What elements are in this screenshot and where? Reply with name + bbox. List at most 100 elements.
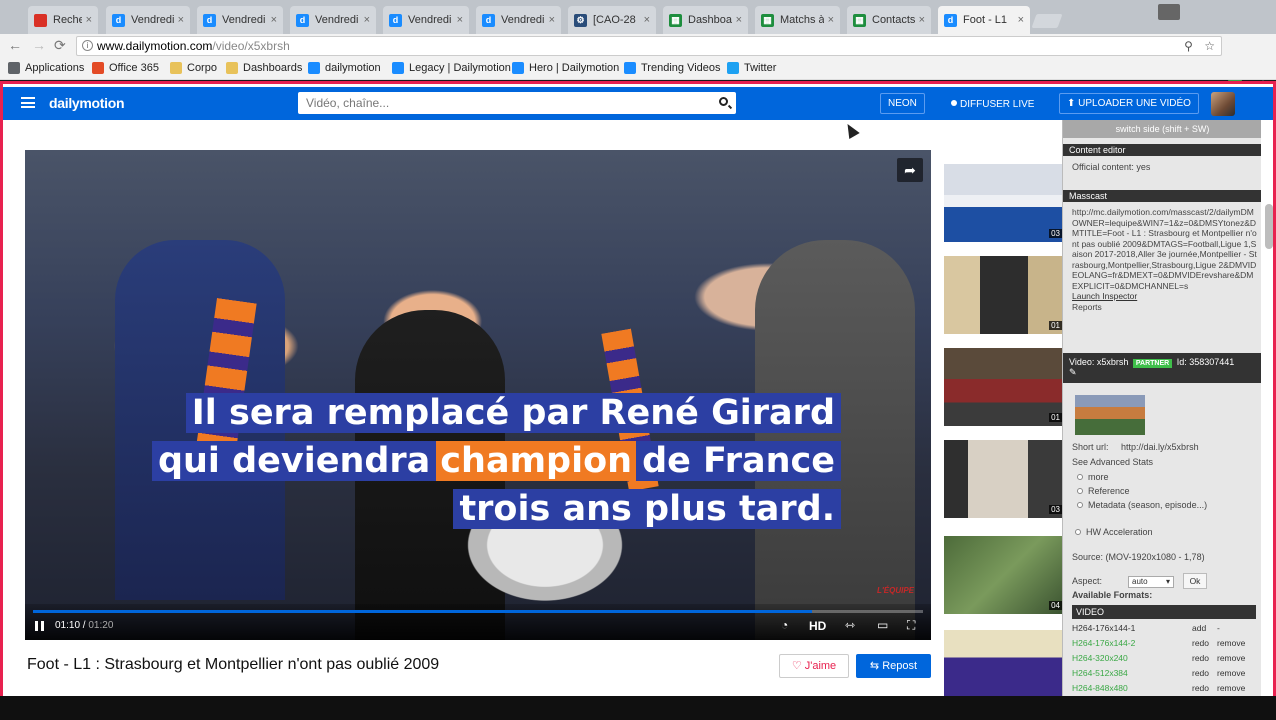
back-arrow-icon[interactable]: ← — [8, 37, 22, 53]
option-metadata[interactable]: Metadata (season, episode...) — [1077, 500, 1207, 510]
switch-side-button[interactable]: switch side (shift + SW) — [1063, 120, 1261, 138]
quality-button[interactable]: HD — [809, 619, 826, 633]
speed-icon[interactable]: ⇿ — [845, 618, 855, 632]
volume-icon[interactable]: ◔ — [781, 618, 788, 632]
format-action-button[interactable]: redo — [1192, 666, 1209, 680]
close-tab-icon[interactable]: × — [457, 14, 463, 26]
radio-icon[interactable] — [1075, 529, 1081, 535]
browser-tab[interactable]: ▦ Matchs à × — [755, 6, 840, 34]
bookmark-item[interactable]: Applications — [8, 62, 84, 74]
bookmark-item[interactable]: Hero | Dailymotion — [512, 62, 619, 74]
browser-tab[interactable]: d Vendredi × — [290, 6, 376, 34]
bookmark-label: Corpo — [187, 62, 217, 74]
format-action-button[interactable]: add — [1192, 621, 1206, 635]
aspect-select[interactable]: auto ▾ — [1128, 576, 1174, 588]
browser-tab[interactable]: Recherch × — [28, 6, 98, 34]
info-icon[interactable]: i — [82, 40, 93, 51]
short-url[interactable]: http://dai.ly/x5xbrsh — [1121, 442, 1199, 452]
option-reference[interactable]: Reference — [1077, 486, 1130, 496]
forward-arrow-icon[interactable]: → — [32, 37, 46, 53]
neon-button[interactable]: NEON — [880, 93, 925, 114]
video-player[interactable]: Il sera remplacé par René Girard qui dev… — [25, 150, 931, 640]
browser-tab[interactable]: ▦ Contacts × — [847, 6, 931, 34]
format-remove-button[interactable]: remove — [1217, 666, 1245, 680]
browser-tab[interactable]: d Vendredi × — [106, 6, 190, 34]
related-video-thumbnail[interactable]: 01 — [944, 256, 1064, 334]
dailymotion-logo[interactable]: dailymotion — [49, 95, 125, 111]
browser-tab[interactable]: d Vendredi × — [197, 6, 283, 34]
menu-icon[interactable] — [21, 97, 35, 108]
format-action-button[interactable]: redo — [1192, 651, 1209, 665]
like-button[interactable]: ♡ J'aime — [779, 654, 849, 678]
bookmark-item[interactable]: Twitter — [727, 62, 776, 74]
repost-button[interactable]: ⇆ Repost — [856, 654, 931, 678]
browser-tab[interactable]: ▦ Dashboa × — [663, 6, 748, 34]
launch-inspector-link[interactable]: Launch Inspector — [1072, 291, 1137, 301]
office-icon — [92, 62, 104, 74]
close-tab-icon[interactable]: × — [1018, 14, 1024, 26]
scrollbar[interactable] — [1265, 204, 1273, 249]
zoom-icon[interactable]: ⚲ — [1184, 39, 1193, 53]
avatar[interactable] — [1211, 92, 1235, 116]
fullscreen-icon[interactable]: ⛶ — [907, 618, 915, 633]
ok-button[interactable]: Ok — [1183, 573, 1207, 589]
related-video-thumbnail[interactable]: 01 — [944, 348, 1064, 426]
close-tab-icon[interactable]: × — [549, 14, 555, 26]
format-remove-button[interactable]: remove — [1217, 681, 1245, 695]
option-more[interactable]: more — [1077, 472, 1109, 482]
subtitle-text: Il sera remplacé par René Girard — [185, 393, 841, 433]
browser-tab[interactable]: ⚙ [CAO-28 × — [568, 6, 656, 34]
browser-tab[interactable]: d Foot - L1 × — [938, 6, 1030, 34]
close-tab-icon[interactable]: × — [644, 14, 650, 26]
new-tab-button[interactable] — [1031, 14, 1063, 28]
browser-tab[interactable]: d Vendredi × — [383, 6, 469, 34]
cast-icon[interactable]: ▭ — [877, 618, 888, 632]
format-action-button[interactable]: redo — [1192, 681, 1209, 695]
bookmark-star-icon[interactable]: ☆ — [1204, 39, 1215, 53]
related-video-thumbnail[interactable]: 03 — [944, 440, 1064, 518]
bookmark-label: Legacy | Dailymotion — [409, 62, 511, 74]
bookmark-item[interactable]: dailymotion — [308, 62, 381, 74]
format-name: H264-320x240 — [1072, 653, 1128, 663]
related-video-thumbnail[interactable] — [944, 630, 1064, 699]
format-action-button[interactable]: redo — [1192, 636, 1209, 650]
upload-button[interactable]: ⬆ UPLOADER UNE VIDÉO — [1059, 93, 1199, 114]
search-icon[interactable] — [719, 97, 728, 106]
bookmark-label: Trending Videos — [641, 62, 721, 74]
close-tab-icon[interactable]: × — [919, 14, 925, 26]
tab-favicon-icon: d — [296, 13, 309, 27]
bookmark-item[interactable]: Corpo — [170, 62, 217, 74]
close-tab-icon[interactable]: × — [86, 14, 92, 26]
content-editor-heading: Content editor — [1063, 144, 1261, 156]
close-tab-icon[interactable]: × — [364, 14, 370, 26]
format-remove-button[interactable]: remove — [1217, 636, 1245, 650]
share-icon[interactable]: ➦ — [897, 158, 923, 182]
related-video-thumbnail[interactable]: 03 — [944, 164, 1064, 242]
pause-icon[interactable] — [35, 621, 44, 631]
related-video-thumbnail[interactable]: 04 — [944, 536, 1064, 614]
close-tab-icon[interactable]: × — [736, 14, 742, 26]
search-input[interactable]: Vidéo, chaîne... — [298, 92, 736, 114]
bookmark-item[interactable]: Office 365 — [92, 62, 159, 74]
bookmark-item[interactable]: Trending Videos — [624, 62, 721, 74]
close-tab-icon[interactable]: × — [271, 14, 277, 26]
reload-icon[interactable]: ⟳ — [54, 37, 66, 54]
address-bar[interactable]: i www.dailymotion.com/video/x5xbrsh ⚲ ☆ — [76, 36, 1222, 56]
close-tab-icon[interactable]: × — [178, 14, 184, 26]
close-tab-icon[interactable]: × — [828, 14, 834, 26]
bookmark-item[interactable]: Dashboards — [226, 62, 302, 74]
radio-icon[interactable] — [1077, 474, 1083, 480]
advanced-stats-link[interactable]: See Advanced Stats — [1072, 457, 1153, 467]
edit-pencil-icon[interactable]: ✎ — [1069, 367, 1077, 377]
bookmark-item[interactable]: Legacy | Dailymotion — [392, 62, 511, 74]
radio-icon[interactable] — [1077, 488, 1083, 494]
tab-label: Vendredi — [315, 14, 359, 26]
format-remove-button[interactable]: remove — [1217, 651, 1245, 665]
radio-icon[interactable] — [1077, 502, 1083, 508]
window-control-icon[interactable] — [1158, 4, 1180, 20]
browser-tab[interactable]: d Vendredi × — [476, 6, 561, 34]
live-button[interactable]: DIFFUSER LIVE — [951, 99, 1034, 110]
progress-bar[interactable] — [33, 610, 923, 613]
hw-acceleration-option[interactable]: HW Acceleration — [1075, 527, 1153, 537]
format-remove-button[interactable]: - — [1217, 621, 1220, 635]
